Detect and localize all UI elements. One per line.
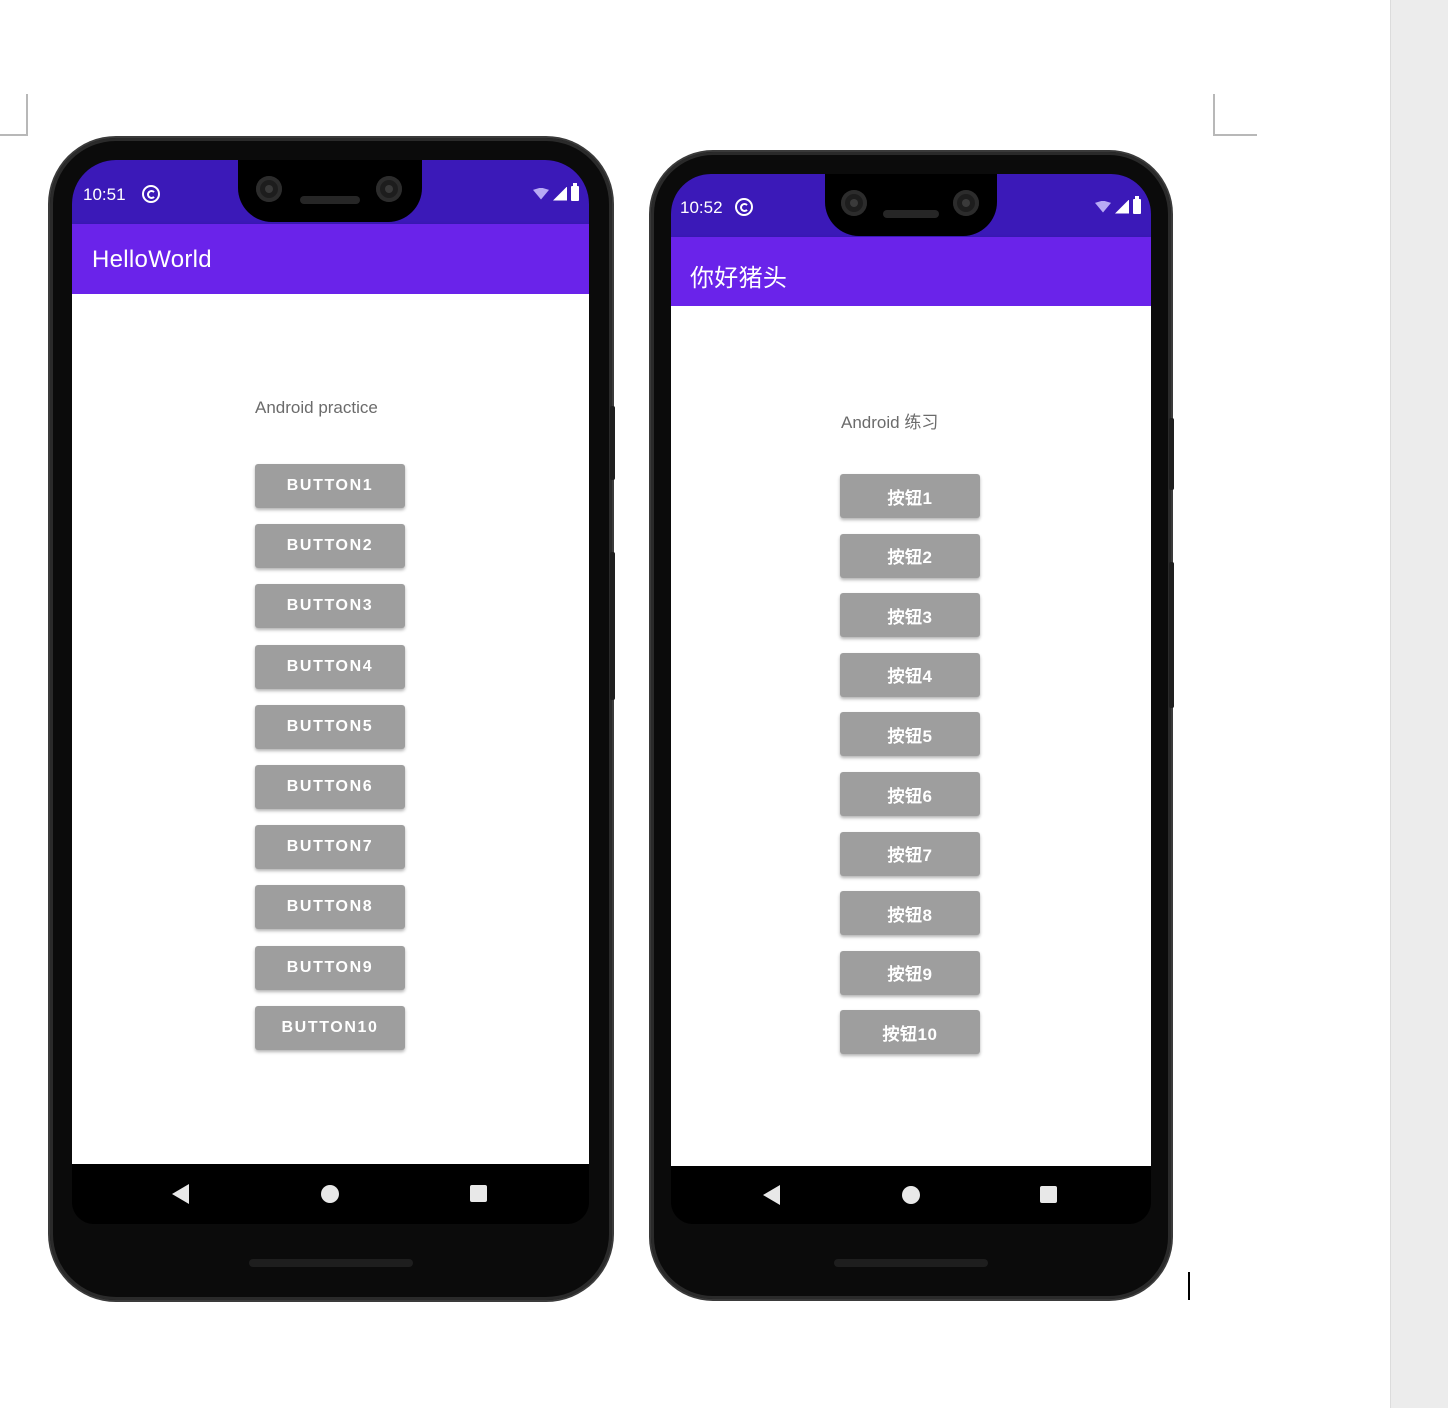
navigation-bar <box>72 1164 589 1224</box>
app-content: Android practice BUTTON1 BUTTON2 BUTTON3 BU… <box>72 294 589 1164</box>
button-2[interactable]: 按钮2 <box>840 533 980 578</box>
practice-label: Android practice <box>255 398 378 417</box>
front-camera-icon <box>256 176 282 202</box>
volume-button <box>1169 562 1174 708</box>
status-time: 10:52 <box>680 198 723 217</box>
back-icon[interactable] <box>763 1185 780 1205</box>
signal-icon <box>1115 199 1129 214</box>
status-icons <box>1095 196 1141 214</box>
power-button <box>610 406 615 480</box>
button-10[interactable]: BUTTON10 <box>255 1005 405 1050</box>
sync-icon <box>735 198 753 216</box>
button-1[interactable]: 按钮1 <box>840 474 980 518</box>
page-crop-mark-left <box>0 94 28 136</box>
phone-frame-right: 10:52 你好猪头 Android 练习 按钮1 按钮2 按钮3 按钮4 按钮5 按钮6… <box>651 152 1174 1299</box>
button-5[interactable]: BUTTON5 <box>255 704 405 749</box>
button-2[interactable]: BUTTON2 <box>255 524 405 569</box>
camera-notch <box>238 160 422 222</box>
wifi-icon <box>1095 200 1111 213</box>
page-crop-mark-right <box>1213 94 1257 136</box>
button-5[interactable]: 按钮5 <box>840 712 980 757</box>
button-7[interactable]: 按钮7 <box>840 831 980 876</box>
app-title: 你好猪头 <box>690 265 788 292</box>
front-camera-icon <box>841 190 867 216</box>
button-3[interactable]: BUTTON3 <box>255 584 405 629</box>
button-6[interactable]: 按钮6 <box>840 772 980 816</box>
front-camera-icon <box>953 190 979 216</box>
button-8[interactable]: 按钮8 <box>840 891 980 936</box>
app-content: Android 练习 按钮1 按钮2 按钮3 按钮4 按钮5 按钮6 按钮7 按钮8 按钮9 按钮… <box>671 306 1151 1166</box>
button-9[interactable]: BUTTON9 <box>255 945 405 990</box>
recents-icon[interactable] <box>1040 1186 1057 1203</box>
power-button <box>1169 418 1174 490</box>
home-icon[interactable] <box>902 1186 920 1204</box>
home-icon[interactable] <box>321 1185 339 1203</box>
window-scrollbar[interactable] <box>1390 0 1448 1408</box>
practice-label: Android 练习 <box>841 413 939 432</box>
button-10[interactable]: 按钮10 <box>840 1010 980 1055</box>
button-6[interactable]: BUTTON6 <box>255 765 405 809</box>
status-icons <box>533 183 579 201</box>
wifi-icon <box>533 187 549 200</box>
camera-notch <box>825 174 997 236</box>
volume-button <box>610 552 615 700</box>
status-time: 10:51 <box>83 185 126 204</box>
app-bar: HelloWorld <box>72 224 589 294</box>
button-9[interactable]: 按钮9 <box>840 950 980 995</box>
button-1[interactable]: BUTTON1 <box>255 464 405 508</box>
button-8[interactable]: BUTTON8 <box>255 885 405 930</box>
button-3[interactable]: 按钮3 <box>840 593 980 638</box>
button-7[interactable]: BUTTON7 <box>255 825 405 870</box>
bottom-speaker-grille <box>834 1259 988 1267</box>
front-camera-icon <box>376 176 402 202</box>
phone-screen-right: 10:52 你好猪头 Android 练习 按钮1 按钮2 按钮3 按钮4 按钮5 按钮6… <box>671 174 1151 1224</box>
battery-icon <box>1133 196 1141 214</box>
battery-icon <box>571 183 579 201</box>
signal-icon <box>553 186 567 201</box>
recents-icon[interactable] <box>470 1185 487 1202</box>
bottom-speaker-grille <box>249 1259 413 1267</box>
back-icon[interactable] <box>172 1184 189 1204</box>
earpiece-speaker <box>300 196 360 204</box>
text-cursor <box>1188 1272 1190 1300</box>
app-title: HelloWorld <box>92 246 212 273</box>
phone-screen-left: 10:51 HelloWorld Android practice BUTTON… <box>72 160 589 1224</box>
sync-icon <box>142 185 160 203</box>
phone-frame-left: 10:51 HelloWorld Android practice BUTTON… <box>50 138 615 1300</box>
button-4[interactable]: 按钮4 <box>840 652 980 697</box>
earpiece-speaker <box>883 210 939 218</box>
app-bar: 你好猪头 <box>671 237 1151 306</box>
navigation-bar <box>671 1166 1151 1224</box>
button-4[interactable]: BUTTON4 <box>255 644 405 689</box>
